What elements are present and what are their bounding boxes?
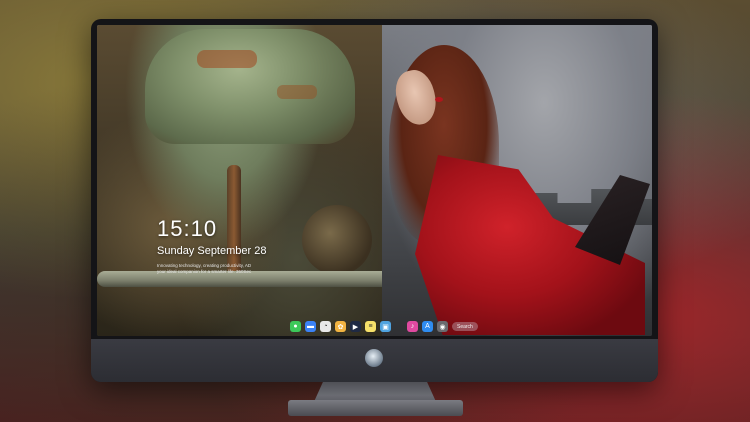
gallery-icon[interactable]: ▣ (380, 321, 391, 332)
wallpaper-lips (435, 97, 443, 102)
wallpaper-rust (197, 50, 257, 68)
files-icon[interactable]: ▬ (305, 321, 316, 332)
clock-icon[interactable]: ◔ (320, 321, 331, 332)
video-icon[interactable]: ▶ (350, 321, 361, 332)
messages-icon[interactable]: ● (290, 321, 301, 332)
dock: ● ▬ ◔ ✿ ▶ ≡ ▣ ♪ A ◉ Search (290, 319, 478, 334)
camera-icon[interactable]: ◉ (437, 321, 448, 332)
monitor-stand-base (288, 400, 463, 416)
lock-tagline: your ideal companion for a smarter life.… (157, 269, 252, 274)
music-icon[interactable]: ♪ (407, 321, 418, 332)
dock-search-pill[interactable]: Search (452, 322, 478, 331)
wallpaper-rust (277, 85, 317, 99)
monitor: 15:10 Sunday September 28 Innovating tec… (91, 19, 658, 382)
notes-icon[interactable]: ≡ (365, 321, 376, 332)
photos-icon[interactable]: ✿ (335, 321, 346, 332)
brand-logo-icon (365, 349, 383, 367)
screen: 15:10 Sunday September 28 Innovating tec… (97, 25, 652, 336)
wallpaper-machinery (97, 25, 402, 336)
lock-clock: 15:10 (157, 216, 218, 241)
wallpaper-tank (145, 29, 355, 144)
wallpaper-valve (302, 205, 372, 275)
lock-date: Sunday September 28 (157, 245, 267, 257)
app-store-icon[interactable]: A (422, 321, 433, 332)
lock-tagline: Innovating technology, creating producti… (157, 263, 252, 268)
